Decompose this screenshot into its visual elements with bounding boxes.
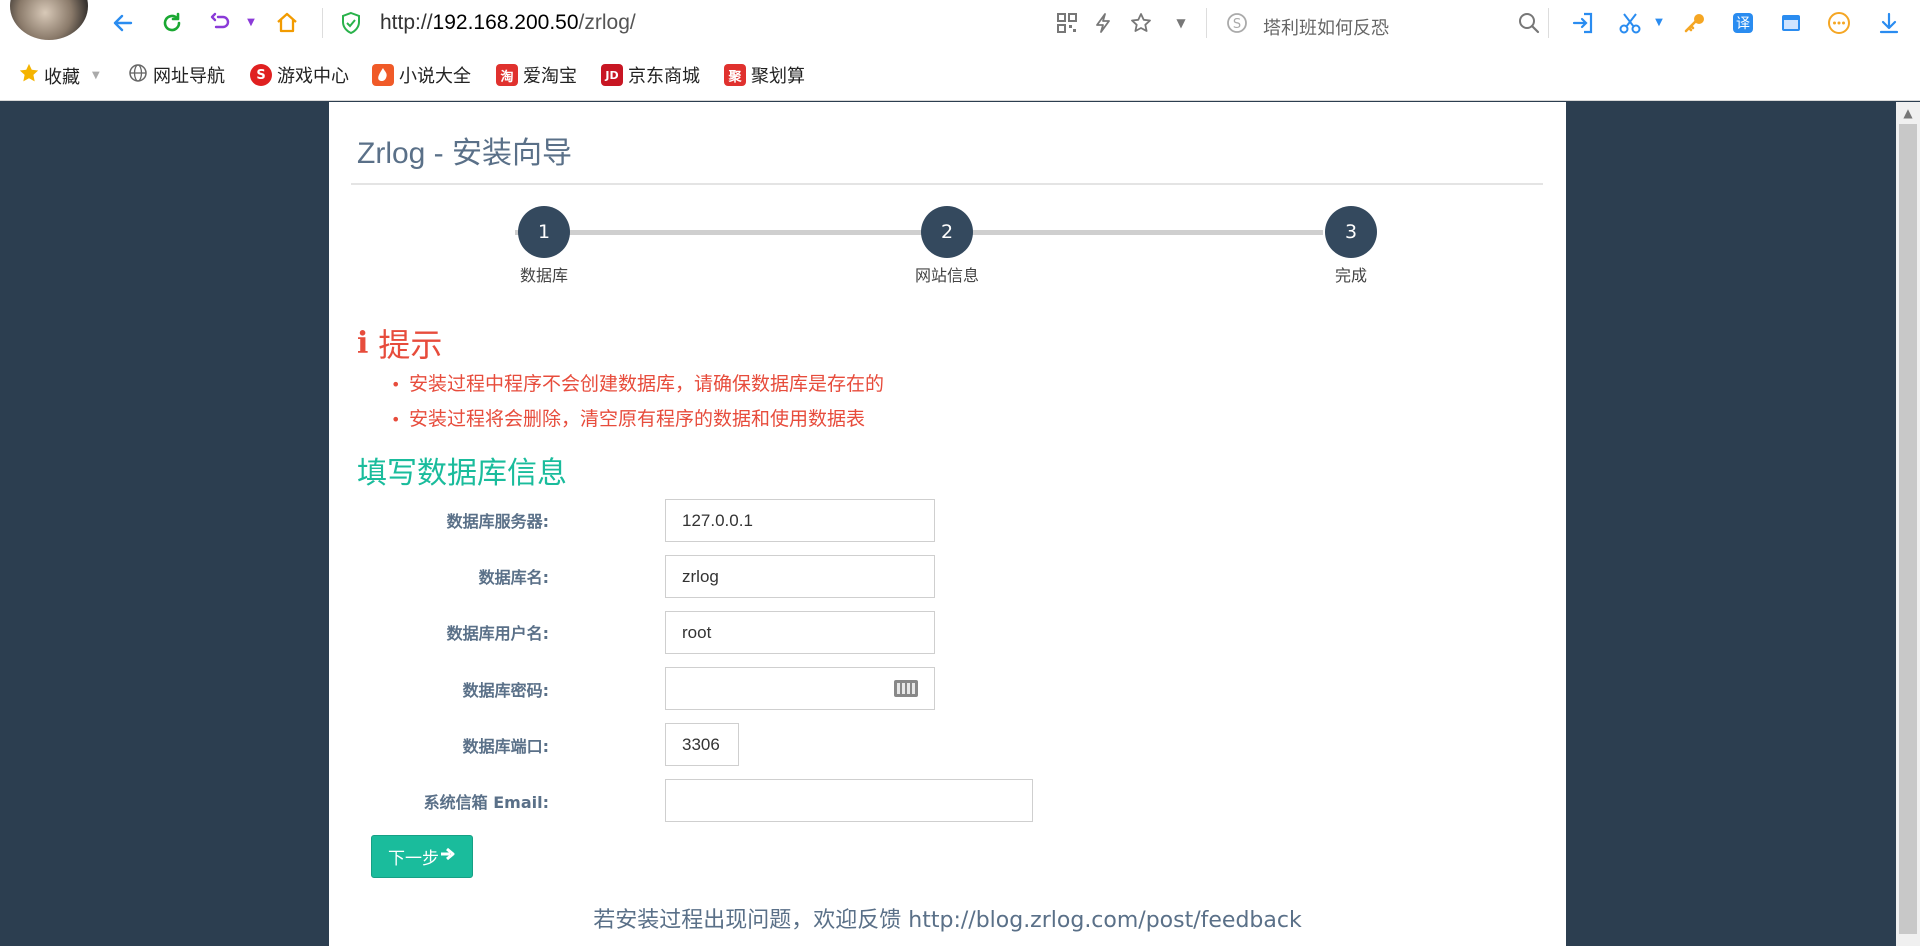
- title-divider: [351, 183, 1543, 185]
- tip-list: 安装过程中程序不会创建数据库，请确保数据库是存在的 安装过程将会删除，清空原有程…: [391, 367, 884, 437]
- step-1-circle: 1: [518, 206, 570, 258]
- undo-icon[interactable]: [206, 8, 236, 38]
- db-password-label: 数据库密码:: [462, 681, 549, 700]
- db-host-value: 127.0.0.1: [682, 510, 753, 530]
- keyboard-icon[interactable]: [894, 680, 918, 697]
- dropdown-icon[interactable]: ▼: [1166, 8, 1196, 38]
- tip-item: 安装过程将会删除，清空原有程序的数据和使用数据表: [391, 402, 884, 437]
- scroll-thumb[interactable]: [1899, 124, 1917, 934]
- feedback-footer: 若安装过程出现问题，欢迎反馈 http://blog.zrlog.com/pos…: [593, 908, 1302, 933]
- key-icon[interactable]: [1680, 8, 1710, 38]
- db-port-label: 数据库端口:: [462, 737, 549, 756]
- address-bar[interactable]: http://192.168.200.50/zrlog/: [380, 11, 636, 35]
- db-user-value: root: [682, 622, 712, 642]
- novel-icon: [372, 64, 394, 86]
- search-engine-icon[interactable]: S: [1222, 8, 1252, 38]
- url-path: /zrlog/: [578, 11, 636, 34]
- step-2-label: 网站信息: [914, 266, 979, 285]
- db-user-input[interactable]: root: [665, 611, 935, 654]
- home-icon[interactable]: [272, 8, 302, 38]
- game-icon: S: [250, 64, 272, 86]
- bookmarks-bar: 收藏 ▼ 网址导航 S 游戏中心 小说大全 淘 爱淘宝 JD 京东商城 聚 聚划…: [0, 49, 1920, 101]
- arrow-right-icon: [440, 846, 456, 867]
- db-name-label: 数据库名:: [478, 568, 549, 587]
- download-icon[interactable]: [1874, 8, 1904, 38]
- step-1-label: 数据库: [519, 266, 568, 285]
- juhuasuan-icon: 聚: [724, 64, 746, 86]
- bookmark-taobao[interactable]: 淘 爱淘宝: [496, 62, 577, 88]
- bookmark-nav[interactable]: 网址导航: [128, 62, 225, 88]
- bookmark-label: 游戏中心: [277, 66, 349, 87]
- bookmark-label: 京东商城: [628, 66, 700, 87]
- db-name-input[interactable]: zrlog: [665, 555, 935, 598]
- back-icon[interactable]: [108, 8, 138, 38]
- jd-icon: JD: [601, 64, 623, 86]
- toolbar-divider: [1206, 8, 1207, 38]
- lightning-icon[interactable]: [1088, 8, 1118, 38]
- bookmark-label: 爱淘宝: [523, 66, 577, 87]
- db-host-input[interactable]: 127.0.0.1: [665, 499, 935, 542]
- bookmark-favorites[interactable]: 收藏 ▼: [18, 62, 100, 89]
- step-connector: [919, 230, 1323, 235]
- bookmark-label: 收藏: [44, 66, 80, 88]
- tip-heading-text: 提示: [378, 326, 443, 364]
- next-step-button[interactable]: 下一步: [371, 835, 473, 878]
- db-port-input[interactable]: 3306: [665, 723, 739, 766]
- step-connector: [515, 230, 919, 235]
- svg-text:S: S: [1233, 17, 1241, 32]
- qrcode-icon[interactable]: [1052, 8, 1082, 38]
- bookmark-novels[interactable]: 小说大全: [372, 62, 471, 88]
- chevron-down-icon: ▼: [92, 70, 100, 81]
- search-input[interactable]: 塔利班如何反恐: [1263, 14, 1389, 40]
- bookmark-jd[interactable]: JD 京东商城: [601, 62, 700, 88]
- email-label: 系统信箱 Email:: [423, 793, 549, 812]
- info-icon: i: [357, 325, 369, 361]
- svg-text:译: 译: [1736, 16, 1750, 32]
- db-password-input[interactable]: [665, 667, 935, 710]
- refresh-icon[interactable]: [157, 8, 187, 38]
- star-bookmark-icon[interactable]: [1126, 8, 1156, 38]
- page-scrollbar[interactable]: ▲: [1896, 102, 1920, 946]
- bookmark-label: 网址导航: [153, 66, 225, 87]
- email-input[interactable]: [665, 779, 1033, 822]
- more-icon[interactable]: [1824, 8, 1854, 38]
- step-3-circle: 3: [1325, 206, 1377, 258]
- scroll-up-icon[interactable]: ▲: [1896, 106, 1920, 122]
- db-user-label: 数据库用户名:: [446, 624, 549, 643]
- tip-heading: i 提示: [357, 320, 442, 366]
- section-heading: 填写数据库信息: [357, 456, 567, 491]
- bookmark-juhuasuan[interactable]: 聚 聚划算: [724, 62, 805, 88]
- bookmark-label: 小说大全: [399, 66, 471, 87]
- bookmark-label: 聚划算: [751, 66, 805, 87]
- tip-item: 安装过程中程序不会创建数据库，请确保数据库是存在的: [391, 367, 884, 402]
- star-icon: [18, 62, 40, 89]
- translate-icon[interactable]: 译: [1728, 8, 1758, 38]
- db-name-value: zrlog: [682, 566, 719, 586]
- bookmark-games[interactable]: S 游戏中心: [250, 62, 349, 88]
- taobao-icon: 淘: [496, 64, 518, 86]
- step-2-circle: 2: [921, 206, 973, 258]
- secure-shield-icon[interactable]: [336, 8, 366, 38]
- url-host: 192.168.200.50: [432, 11, 579, 34]
- window-icon[interactable]: [1776, 8, 1806, 38]
- toolbar-divider: [1548, 8, 1549, 38]
- next-step-label: 下一步: [388, 849, 439, 869]
- step-3-label: 完成: [1334, 266, 1367, 285]
- undo-dropdown-icon[interactable]: ▼: [236, 8, 266, 38]
- install-wizard-page: Zrlog - 安装向导 1 数据库 2 网站信息 3 完成 i 提示 安装过程…: [329, 102, 1566, 946]
- login-icon[interactable]: [1568, 8, 1598, 38]
- search-icon[interactable]: [1514, 8, 1544, 38]
- browser-toolbar: ▼ http://192.168.200.50/zrlog/ ▼ S 塔利班如何…: [0, 0, 1920, 49]
- scissors-dropdown-icon[interactable]: ▼: [1644, 8, 1674, 38]
- url-scheme: http://: [380, 11, 433, 34]
- user-avatar[interactable]: [10, 0, 88, 40]
- scissors-icon[interactable]: [1615, 8, 1645, 38]
- page-title: Zrlog - 安装向导: [357, 137, 573, 170]
- db-host-label: 数据库服务器:: [446, 512, 549, 531]
- db-port-value: 3306: [682, 734, 720, 754]
- globe-icon: [128, 63, 148, 88]
- toolbar-divider: [322, 8, 323, 38]
